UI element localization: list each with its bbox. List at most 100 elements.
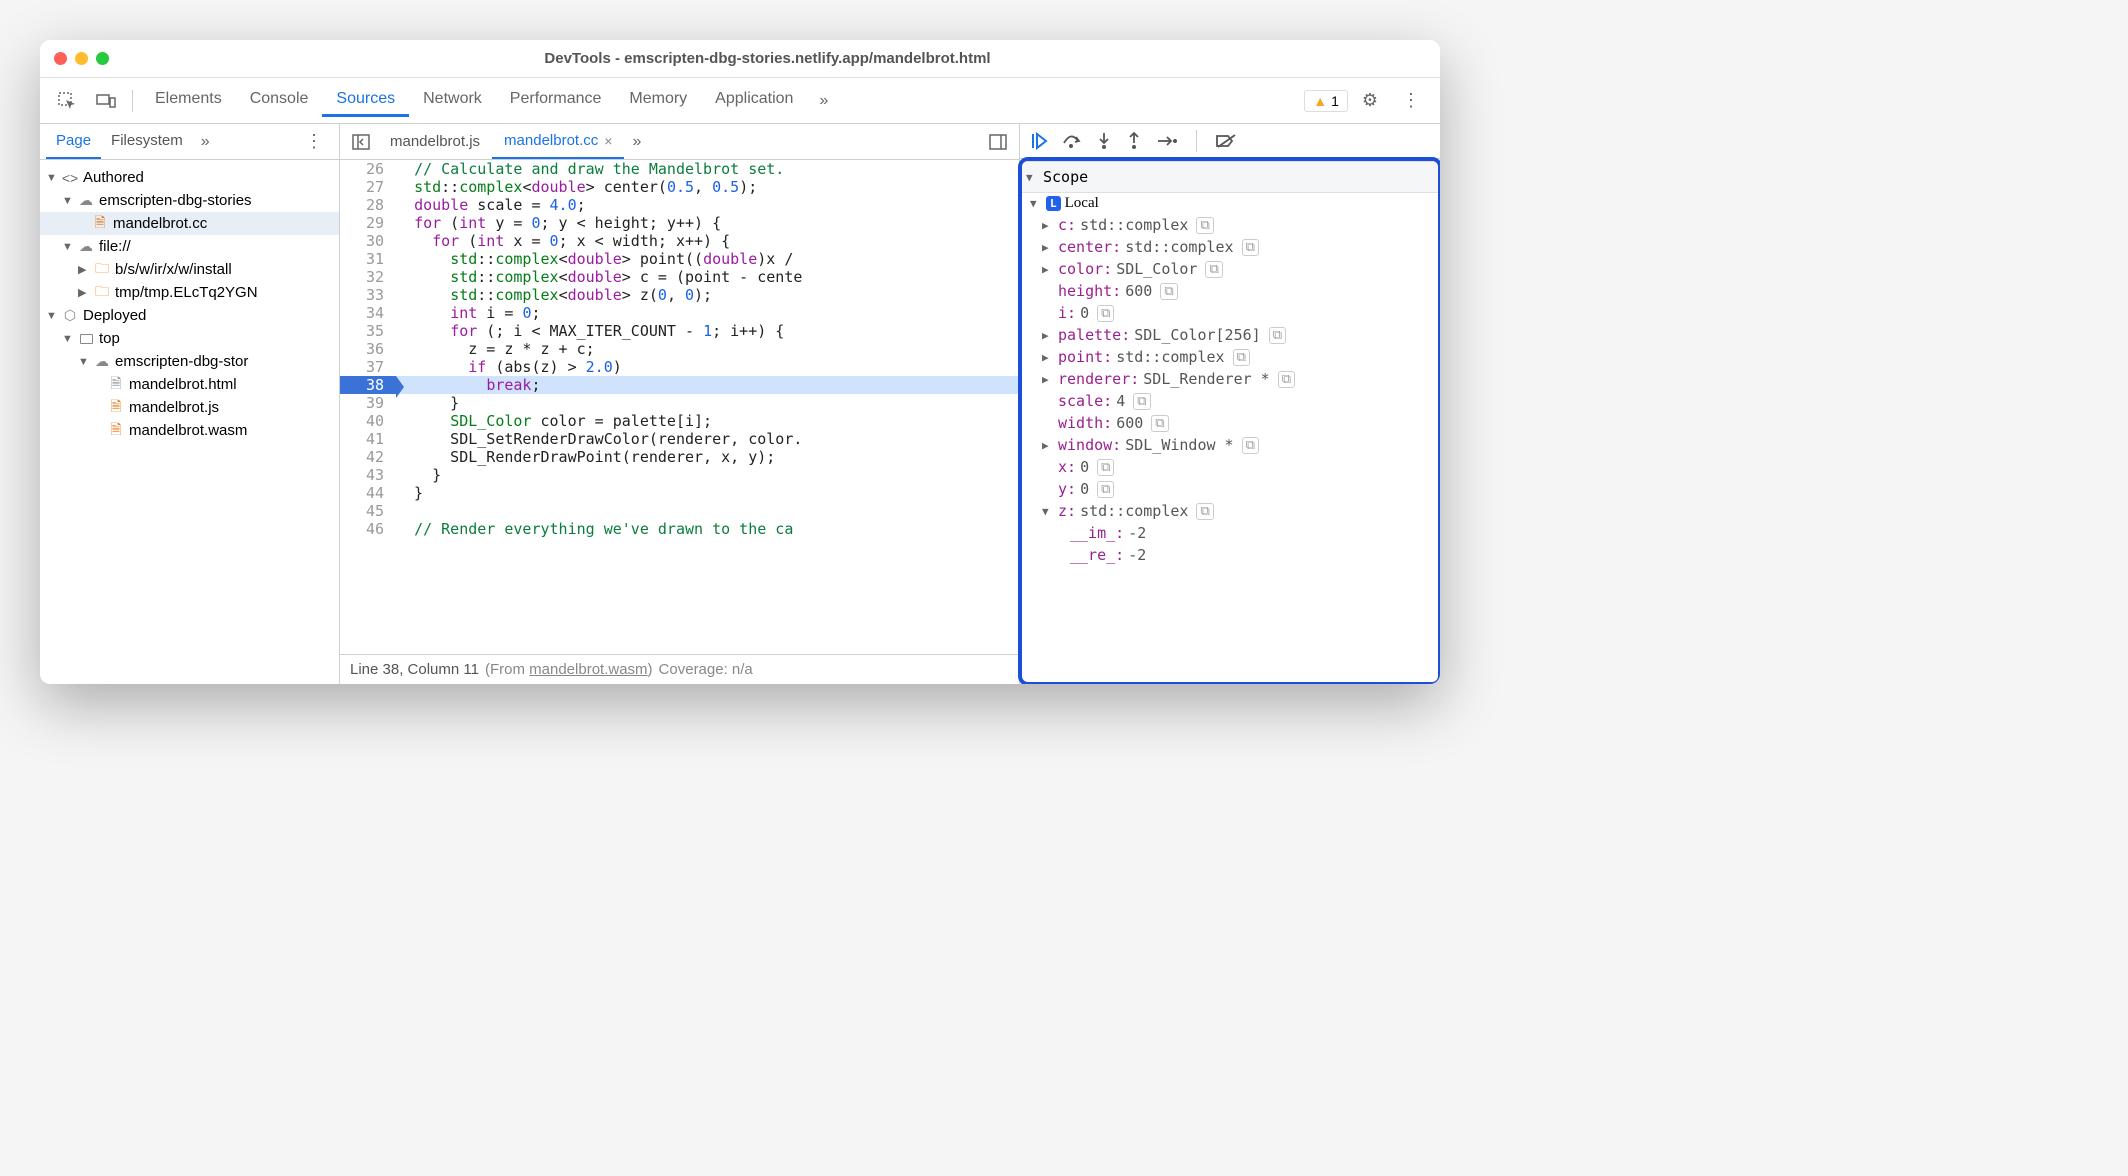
code-line[interactable]: 35 for (; i < MAX_ITER_COUNT - 1; i++) {	[340, 322, 1019, 340]
line-number[interactable]: 32	[340, 268, 396, 286]
tree-file[interactable]: 🗎mandelbrot.js	[40, 396, 339, 419]
line-number[interactable]: 37	[340, 358, 396, 376]
nav-tab-page[interactable]: Page	[46, 124, 101, 159]
tree-file-scheme[interactable]: ▼☁file://	[40, 235, 339, 258]
scope-header[interactable]: ▼Scope	[1018, 161, 1440, 193]
line-number[interactable]: 45	[340, 502, 396, 520]
code-line[interactable]: 37 if (abs(z) > 2.0)	[340, 358, 1019, 376]
line-number[interactable]: 42	[340, 448, 396, 466]
warnings-badge[interactable]: ▲1	[1304, 90, 1348, 112]
memory-icon[interactable]: ⧉	[1133, 393, 1150, 410]
line-number[interactable]: 26	[340, 160, 396, 178]
line-number[interactable]: 33	[340, 286, 396, 304]
scope-var[interactable]: scale: 4⧉	[1022, 390, 1438, 412]
tree-folder[interactable]: ▶🗀tmp/tmp.ELcTq2YGN	[40, 281, 339, 304]
tab-console[interactable]: Console	[236, 84, 323, 117]
more-file-tabs-icon[interactable]: »	[624, 129, 649, 155]
memory-icon[interactable]: ⧉	[1269, 327, 1286, 344]
line-number[interactable]: 31	[340, 250, 396, 268]
tree-file-selected[interactable]: 🗎mandelbrot.cc	[40, 212, 339, 235]
code-line[interactable]: 41 SDL_SetRenderDrawColor(renderer, colo…	[340, 430, 1019, 448]
close-window-button[interactable]	[54, 52, 67, 65]
tab-elements[interactable]: Elements	[141, 84, 236, 117]
scope-var[interactable]: width: 600⧉	[1022, 412, 1438, 434]
line-number[interactable]: 30	[340, 232, 396, 250]
nav-kebab-icon[interactable]: ⋮	[295, 127, 333, 156]
code-line[interactable]: 40 SDL_Color color = palette[i];	[340, 412, 1019, 430]
line-number[interactable]: 43	[340, 466, 396, 484]
tab-network[interactable]: Network	[409, 84, 496, 117]
step-over-icon[interactable]	[1062, 133, 1082, 149]
close-tab-icon[interactable]: ×	[604, 133, 612, 149]
kebab-menu-icon[interactable]: ⋮	[1392, 86, 1430, 115]
line-number[interactable]: 39	[340, 394, 396, 412]
line-number[interactable]: 41	[340, 430, 396, 448]
memory-icon[interactable]: ⧉	[1097, 459, 1114, 476]
code-line[interactable]: 36 z = z * z + c;	[340, 340, 1019, 358]
scope-var-child[interactable]: __re_: -2	[1022, 544, 1438, 566]
line-number[interactable]: 36	[340, 340, 396, 358]
scope-var[interactable]: ▶point: std::complex⧉	[1022, 346, 1438, 368]
code-line[interactable]: 42 SDL_RenderDrawPoint(renderer, x, y);	[340, 448, 1019, 466]
toggle-navigator-icon[interactable]	[344, 128, 378, 156]
memory-icon[interactable]: ⧉	[1097, 305, 1114, 322]
tree-folder[interactable]: ▶🗀b/s/w/ir/x/w/install	[40, 258, 339, 281]
code-line[interactable]: 31 std::complex<double> point((double)x …	[340, 250, 1019, 268]
device-toolbar-icon[interactable]	[88, 87, 124, 115]
scope-var[interactable]: ▶center: std::complex⧉	[1022, 236, 1438, 258]
tree-authored[interactable]: ▼<>Authored	[40, 166, 339, 189]
code-line[interactable]: 46 // Render everything we've drawn to t…	[340, 520, 1019, 538]
memory-icon[interactable]: ⧉	[1205, 261, 1222, 278]
line-number[interactable]: 46	[340, 520, 396, 538]
line-number[interactable]: 38	[340, 376, 396, 394]
code-line[interactable]: 39 }	[340, 394, 1019, 412]
code-line[interactable]: 33 std::complex<double> z(0, 0);	[340, 286, 1019, 304]
scope-var[interactable]: ▶palette: SDL_Color[256]⧉	[1022, 324, 1438, 346]
code-line[interactable]: 26 // Calculate and draw the Mandelbrot …	[340, 160, 1019, 178]
scope-var[interactable]: ▶window: SDL_Window *⧉	[1022, 434, 1438, 456]
tree-deployed[interactable]: ▼⬡Deployed	[40, 304, 339, 327]
memory-icon[interactable]: ⧉	[1242, 239, 1259, 256]
tree-origin[interactable]: ▼☁emscripten-dbg-stories	[40, 189, 339, 212]
step-out-icon[interactable]	[1126, 132, 1142, 150]
line-number[interactable]: 27	[340, 178, 396, 196]
code-line[interactable]: 32 std::complex<double> c = (point - cen…	[340, 268, 1019, 286]
code-line[interactable]: 28 double scale = 4.0;	[340, 196, 1019, 214]
resume-icon[interactable]	[1030, 132, 1048, 150]
scope-var[interactable]: ▶c: std::complex⧉	[1022, 214, 1438, 236]
file-tab[interactable]: mandelbrot.cc×	[492, 124, 624, 159]
line-number[interactable]: 29	[340, 214, 396, 232]
code-line[interactable]: 30 for (int x = 0; x < width; x++) {	[340, 232, 1019, 250]
code-line[interactable]: 44 }	[340, 484, 1019, 502]
tab-application[interactable]: Application	[701, 84, 807, 117]
scope-var[interactable]: ▶color: SDL_Color⧉	[1022, 258, 1438, 280]
code-line[interactable]: 45	[340, 502, 1019, 520]
memory-icon[interactable]: ⧉	[1196, 217, 1213, 234]
tab-sources[interactable]: Sources	[322, 84, 409, 117]
memory-icon[interactable]: ⧉	[1196, 503, 1213, 520]
deactivate-breakpoints-icon[interactable]	[1215, 133, 1237, 149]
step-into-icon[interactable]	[1096, 132, 1112, 150]
memory-icon[interactable]: ⧉	[1097, 481, 1114, 498]
scope-local[interactable]: ▼LLocal	[1022, 193, 1438, 214]
code-editor[interactable]: 26 // Calculate and draw the Mandelbrot …	[340, 160, 1019, 654]
file-tab[interactable]: mandelbrot.js	[378, 124, 492, 159]
line-number[interactable]: 34	[340, 304, 396, 322]
code-line[interactable]: 43 }	[340, 466, 1019, 484]
tree-file[interactable]: 🗎mandelbrot.html	[40, 373, 339, 396]
line-number[interactable]: 28	[340, 196, 396, 214]
memory-icon[interactable]: ⧉	[1233, 349, 1250, 366]
tree-top[interactable]: ▼top	[40, 327, 339, 350]
line-number[interactable]: 35	[340, 322, 396, 340]
line-number[interactable]: 44	[340, 484, 396, 502]
memory-icon[interactable]: ⧉	[1151, 415, 1168, 432]
scope-var[interactable]: i: 0⧉	[1022, 302, 1438, 324]
more-nav-tabs-icon[interactable]: »	[193, 129, 218, 155]
nav-tab-filesystem[interactable]: Filesystem	[101, 124, 193, 159]
more-tabs-icon[interactable]: »	[811, 88, 836, 114]
toggle-debugger-icon[interactable]	[981, 128, 1015, 156]
zoom-window-button[interactable]	[96, 52, 109, 65]
scope-var[interactable]: y: 0⧉	[1022, 478, 1438, 500]
inspect-icon[interactable]	[50, 86, 84, 116]
scope-var[interactable]: ▼z: std::complex⧉	[1022, 500, 1438, 522]
